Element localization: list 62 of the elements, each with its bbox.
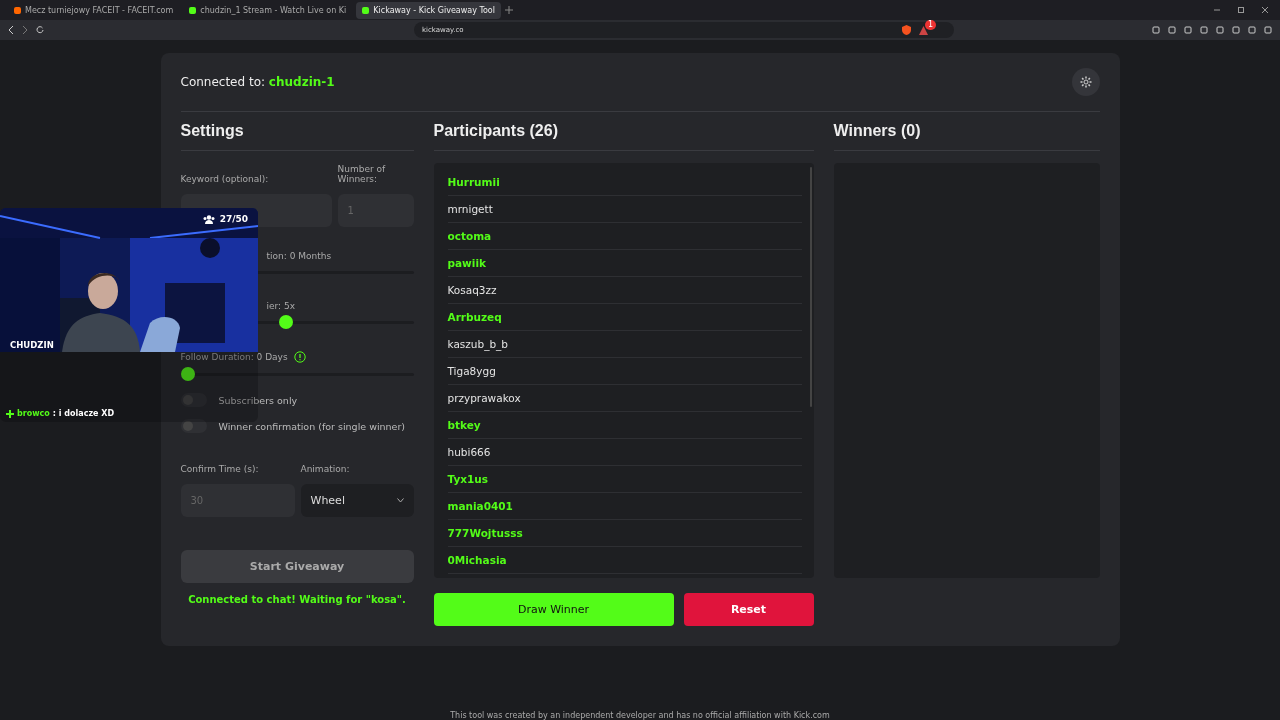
participant-name: 0Michasia — [447, 554, 507, 566]
settings-button[interactable] — [1071, 68, 1100, 96]
disclaimer-text: This tool was created by an independent developer and has no official affiliation with Kick.com — [449, 711, 831, 720]
chat-username: browco — [17, 409, 50, 418]
browser-tab[interactable]: chudzin_1 Stream - Watch Live on Ki — [183, 1, 353, 19]
toggle-label: Subscribers only — [218, 394, 298, 406]
section-title: Settings — [180, 112, 414, 151]
warning-icon[interactable] — [293, 351, 306, 363]
viewer-count: 27/50 — [219, 214, 248, 224]
toggle-label: Winner confirmation (for single winner) — [218, 420, 406, 432]
restore-icon[interactable] — [1238, 7, 1244, 13]
participant-name: btkey — [447, 419, 481, 431]
participant-name: kaszub_b_b — [447, 338, 508, 350]
slider-label: tion: 0 Months — [266, 251, 332, 261]
participant-name: przyprawakox — [447, 392, 521, 404]
sparkle-icon — [6, 409, 14, 418]
slider-label: Follow Duration: 0 Days — [180, 352, 288, 362]
viewers-icon — [202, 214, 215, 224]
field-label: Keyword (optional): — [180, 174, 270, 184]
chevron-icon — [396, 498, 404, 503]
slider-thumb[interactable] — [279, 315, 294, 329]
participant-name: Arrbuzeq — [447, 311, 502, 323]
participant-name: 777Wojtusss — [447, 527, 523, 539]
back-icon[interactable] — [8, 26, 14, 34]
participant-name: Kosaq3zz — [447, 284, 497, 296]
settings-icon — [1079, 76, 1092, 88]
animation-dropdown[interactable]: Wheel — [300, 484, 414, 517]
alert-icon[interactable] — [919, 25, 928, 35]
participant-name: octoma — [447, 230, 492, 242]
field-label: Confirm Time (s): — [180, 464, 260, 474]
minimize-icon[interactable] — [1214, 7, 1220, 13]
scrollbar[interactable] — [809, 167, 812, 407]
participant-name: hubi666 — [447, 446, 491, 458]
new-tab-icon[interactable] — [504, 6, 513, 14]
start-giveaway-button[interactable]: Start Giveaway — [180, 550, 414, 583]
participant-name: Tyx1us — [447, 473, 489, 485]
browser-tab[interactable]: Mecz turniejowy FACEIT - FACEIT.com — [8, 1, 180, 19]
slider-thumb[interactable] — [180, 367, 195, 381]
forward-icon[interactable] — [22, 26, 28, 34]
section-title: Winners (0) — [833, 112, 1100, 151]
reset-button[interactable]: Reset — [683, 593, 814, 626]
connection-status: Connected to: chudzin-1 — [180, 75, 335, 89]
draw-winner-button[interactable]: Draw Winner — [433, 593, 674, 626]
notification-badge: 1 — [924, 19, 936, 30]
close-icon[interactable] — [1262, 7, 1268, 13]
participant-name: mrnigett — [447, 203, 493, 215]
reload-icon[interactable] — [36, 26, 44, 34]
section-title: Participants (26) — [433, 112, 814, 151]
participant-name: Tiga8ygg — [447, 365, 496, 377]
participant-name: Hurrumii — [447, 176, 500, 188]
chat-message: : i dolacze XD — [52, 409, 115, 418]
shield-icon[interactable] — [902, 25, 911, 35]
toggle-switch[interactable] — [180, 419, 207, 433]
field-label: Number of Winners: — [337, 164, 387, 184]
slider-track[interactable] — [180, 367, 414, 381]
slider-label: ier: 5x — [266, 301, 296, 311]
chat-status: Connected to chat! Waiting for "kosa". — [187, 594, 407, 605]
streamer-name: CHUDZIN — [10, 340, 54, 350]
field-label: Animation: — [300, 464, 351, 474]
participant-name: mania0401 — [447, 500, 513, 512]
participant-name: pawiik — [447, 257, 486, 269]
browser-tab[interactable]: Kickaway - Kick Giveaway Tool — [356, 1, 501, 19]
